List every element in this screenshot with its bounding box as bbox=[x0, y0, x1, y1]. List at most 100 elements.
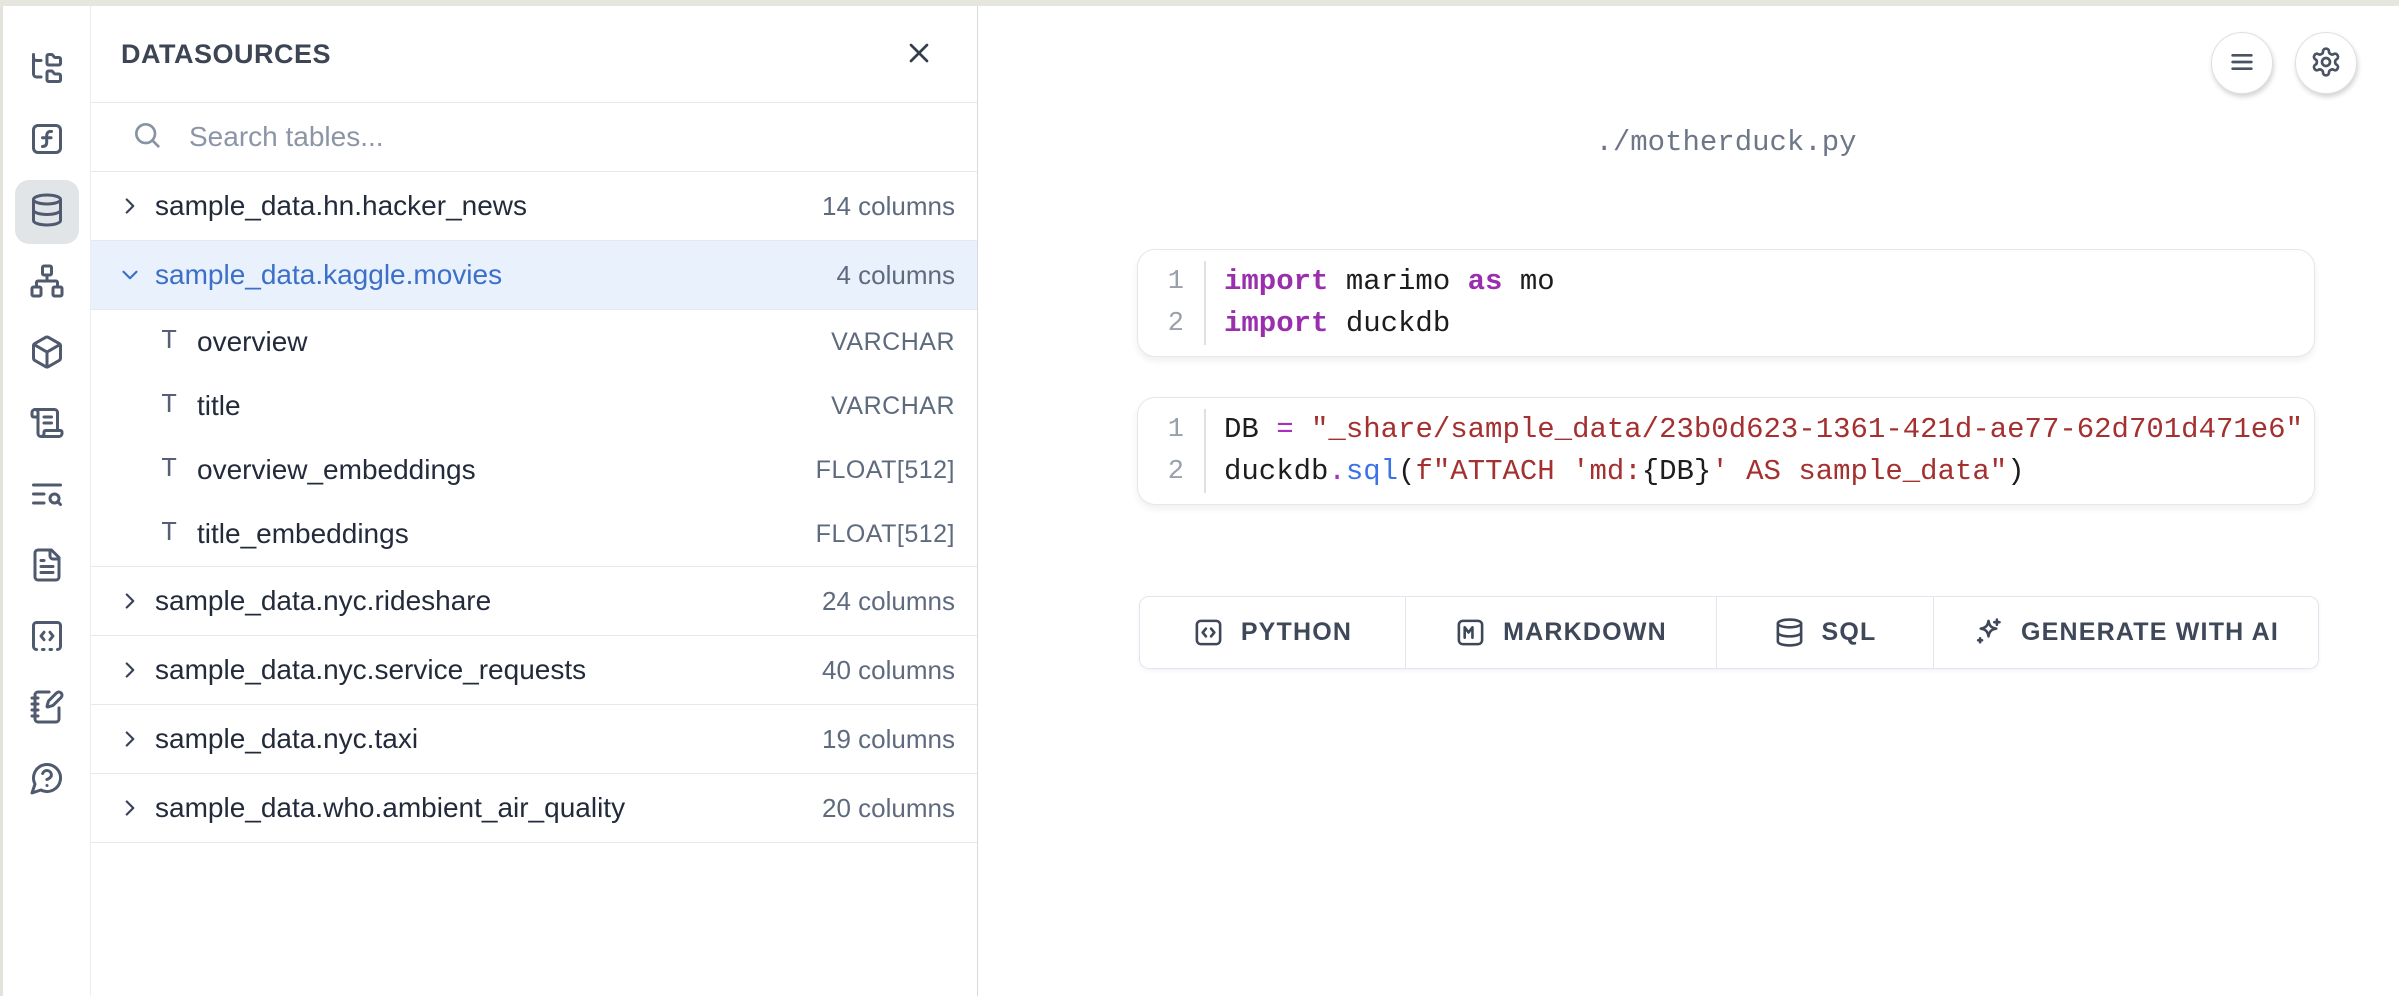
code-cell[interactable]: 1import marimo as mo2import duckdb bbox=[1137, 249, 2315, 357]
table-name: sample_data.nyc.service_requests bbox=[155, 654, 586, 686]
code-text: DB = "_share/sample_data/23b0d623-1361-4… bbox=[1206, 409, 2303, 451]
table-row[interactable]: sample_data.who.ambient_air_quality 20 co… bbox=[91, 774, 977, 843]
window-top-edge bbox=[0, 0, 2399, 6]
settings-icon bbox=[2310, 46, 2342, 81]
sidebar-item-tracebacks[interactable] bbox=[15, 464, 79, 528]
column-row[interactable]: Toverview_embeddings FLOAT[512] bbox=[91, 438, 977, 502]
database-icon bbox=[29, 192, 65, 233]
column-type: VARCHAR bbox=[831, 328, 955, 357]
add-python-button[interactable]: PYTHON bbox=[1140, 597, 1405, 668]
search-input[interactable] bbox=[189, 121, 953, 153]
add-cell-label: PYTHON bbox=[1241, 618, 1352, 647]
function-square-icon bbox=[29, 121, 65, 162]
column-type: FLOAT[512] bbox=[816, 520, 955, 549]
datasources-panel: DATASOURCES sample_data.hn.hacker_news 14… bbox=[90, 6, 978, 996]
table-name: sample_data.nyc.rideshare bbox=[155, 585, 491, 617]
notebook-filename: ./motherduck.py bbox=[1137, 126, 2315, 159]
sidebar-item-datasources[interactable] bbox=[15, 180, 79, 244]
sparkles-icon bbox=[1973, 617, 2004, 648]
code-text: import duckdb bbox=[1206, 303, 1450, 345]
code-text: import marimo as mo bbox=[1206, 261, 1555, 303]
table-name: sample_data.kaggle.movies bbox=[155, 259, 502, 291]
table-name: sample_data.hn.hacker_news bbox=[155, 190, 527, 222]
column-name: overview_embeddings bbox=[197, 454, 476, 486]
network-icon bbox=[29, 263, 65, 304]
table-column-count: 19 columns bbox=[822, 724, 955, 755]
type-text-icon: T bbox=[161, 391, 197, 421]
menu-icon bbox=[2226, 46, 2258, 81]
code-text: duckdb.sql(f"ATTACH 'md:{DB}' AS sample_… bbox=[1206, 451, 2025, 493]
panel-title: DATASOURCES bbox=[121, 39, 331, 70]
sidebar-item-documentation[interactable] bbox=[15, 535, 79, 599]
chevron-right-icon bbox=[117, 657, 143, 683]
table-column-count: 24 columns bbox=[822, 586, 955, 617]
notebook-toolbar bbox=[2211, 32, 2357, 94]
chevron-right-icon bbox=[117, 588, 143, 614]
table-name: sample_data.nyc.taxi bbox=[155, 723, 418, 755]
search-icon bbox=[131, 119, 189, 156]
generate-ai-button[interactable]: GENERATE WITH AI bbox=[1933, 597, 2318, 668]
table-column-count: 40 columns bbox=[822, 655, 955, 686]
sidebar-item-snippets[interactable] bbox=[15, 606, 79, 670]
sidebar-item-help[interactable] bbox=[15, 748, 79, 812]
code-cell[interactable]: 1DB = "_share/sample_data/23b0d623-1361-… bbox=[1137, 397, 2315, 505]
add-markdown-button[interactable]: MARKDOWN bbox=[1405, 597, 1716, 668]
column-type: VARCHAR bbox=[831, 392, 955, 421]
column-row[interactable]: Toverview VARCHAR bbox=[91, 310, 977, 374]
code-line: 2import duckdb bbox=[1138, 303, 2314, 345]
close-icon bbox=[903, 37, 935, 72]
file-tree-icon bbox=[29, 50, 65, 91]
code-square-icon bbox=[1193, 617, 1224, 648]
column-name: title_embeddings bbox=[197, 518, 409, 550]
sidebar-item-variables[interactable] bbox=[15, 109, 79, 173]
add-sql-button[interactable]: SQL bbox=[1716, 597, 1933, 668]
table-row[interactable]: sample_data.nyc.rideshare 24 columns bbox=[91, 567, 977, 636]
type-text-icon: T bbox=[161, 455, 197, 485]
line-number: 1 bbox=[1138, 261, 1206, 303]
window-left-edge bbox=[0, 0, 3, 996]
table-row[interactable]: sample_data.kaggle.movies 4 columns bbox=[91, 241, 977, 310]
notebook-area: ./motherduck.py 1import marimo as mo2imp… bbox=[979, 6, 2399, 996]
code-square-dashed-icon bbox=[29, 618, 65, 659]
notebook-menu-button[interactable] bbox=[2211, 32, 2273, 94]
sidebar-item-dependencies[interactable] bbox=[15, 251, 79, 315]
close-panel-button[interactable] bbox=[897, 32, 941, 76]
code-line: 1DB = "_share/sample_data/23b0d623-1361-… bbox=[1138, 409, 2314, 451]
chevron-right-icon bbox=[117, 726, 143, 752]
sidebar-item-logs[interactable] bbox=[15, 393, 79, 457]
code-line: 1import marimo as mo bbox=[1138, 261, 2314, 303]
markdown-square-icon bbox=[1455, 617, 1486, 648]
table-name: sample_data.who.ambient_air_quality bbox=[155, 792, 625, 824]
add-cell-label: GENERATE WITH AI bbox=[2021, 618, 2279, 647]
table-row[interactable]: sample_data.nyc.service_requests 40 colum… bbox=[91, 636, 977, 705]
table-column-count: 14 columns bbox=[822, 191, 955, 222]
table-column-count: 4 columns bbox=[837, 260, 956, 291]
sidebar-item-scratchpad[interactable] bbox=[15, 677, 79, 741]
database-icon bbox=[1774, 617, 1805, 648]
type-text-icon: T bbox=[161, 519, 197, 549]
settings-button[interactable] bbox=[2295, 32, 2357, 94]
scroll-text-icon bbox=[29, 405, 65, 446]
chevron-down-icon bbox=[117, 262, 143, 288]
tables-list: sample_data.hn.hacker_news14 columnssamp… bbox=[91, 172, 977, 843]
add-cell-label: MARKDOWN bbox=[1503, 618, 1667, 647]
table-row[interactable]: sample_data.nyc.taxi 19 columns bbox=[91, 705, 977, 774]
table-column-count: 20 columns bbox=[822, 793, 955, 824]
column-row[interactable]: TtitleVARCHAR bbox=[91, 374, 977, 438]
column-row[interactable]: Ttitle_embeddings FLOAT[512] bbox=[91, 502, 977, 566]
column-type: FLOAT[512] bbox=[816, 456, 955, 485]
activity-bar bbox=[3, 6, 90, 996]
add-cell-label: SQL bbox=[1822, 618, 1877, 647]
datasources-panel-header: DATASOURCES bbox=[91, 6, 977, 103]
box-icon bbox=[29, 334, 65, 375]
table-search bbox=[91, 103, 977, 172]
sidebar-item-packages[interactable] bbox=[15, 322, 79, 386]
table-columns-group: ToverviewVARCHARTtitleVARCHARToverview_e… bbox=[91, 310, 977, 567]
table-row[interactable]: sample_data.hn.hacker_news 14 columns bbox=[91, 172, 977, 241]
help-circle-icon bbox=[29, 760, 65, 801]
notebook-pen-icon bbox=[29, 689, 65, 730]
add-cell-bar: PYTHON MARKDOWN SQL GENERATE WITH AI bbox=[1139, 596, 2319, 669]
type-text-icon: T bbox=[161, 327, 197, 357]
column-name: overview bbox=[197, 326, 307, 358]
sidebar-item-file-explorer[interactable] bbox=[15, 38, 79, 102]
